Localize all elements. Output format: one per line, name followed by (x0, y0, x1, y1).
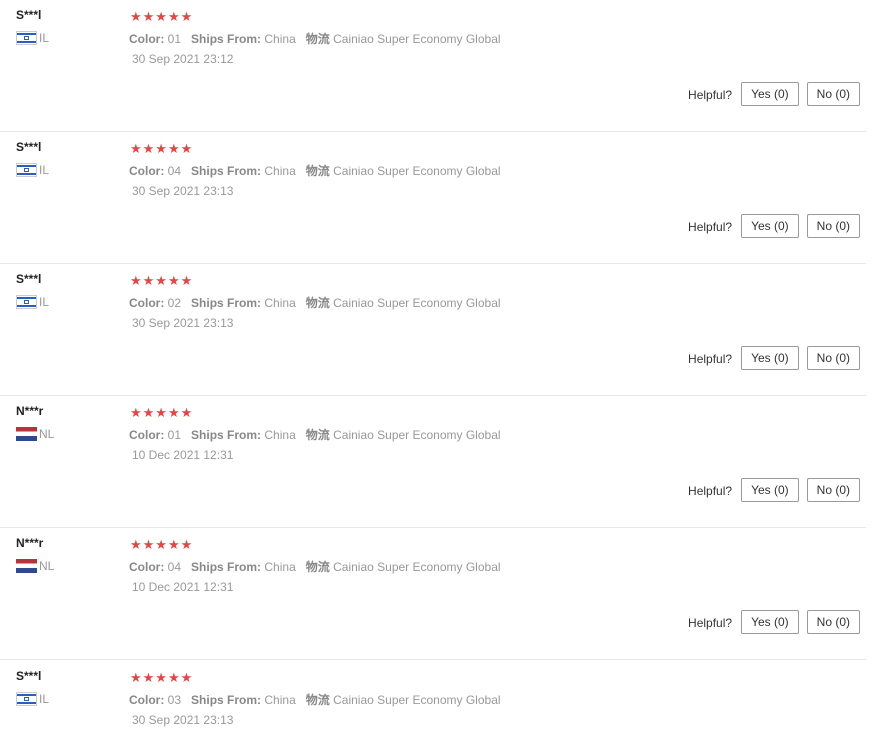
helpful-vote: Helpful? Yes (0) No (0) (688, 478, 860, 502)
helpful-yes-button[interactable]: Yes (0) (741, 610, 799, 634)
review-item: S***l IL ★★★★★ Color: 01 Ships From: Chin… (0, 0, 866, 132)
helpful-label: Helpful? (688, 616, 733, 630)
country-code: NL (39, 559, 55, 573)
review-date: 30 Sep 2021 23:13 (132, 713, 234, 727)
netherlands-flag-icon (16, 427, 37, 441)
israel-flag-icon (16, 692, 37, 706)
rating-stars: ★★★★★ (130, 141, 194, 156)
reviewer-name: S***l (16, 140, 42, 154)
rating-stars: ★★★★★ (130, 273, 194, 288)
netherlands-flag-icon (16, 559, 37, 573)
rating-stars: ★★★★★ (130, 537, 194, 552)
review-item: S***l IL ★★★★★ Color: 04 Ships From: Chin… (0, 132, 866, 264)
helpful-vote: Helpful? Yes (0) No (0) (688, 82, 860, 106)
review-date: 10 Dec 2021 12:31 (132, 580, 234, 594)
reviewer-name: N***r (16, 404, 44, 418)
review-meta: Color: 04 Ships From: China 物流 Cainiao Sup… (129, 164, 501, 178)
helpful-no-button[interactable]: No (0) (806, 82, 860, 106)
country-code: NL (39, 427, 55, 441)
helpful-yes-button[interactable]: Yes (0) (741, 214, 799, 238)
reviewer-country: NL (16, 427, 54, 441)
review-meta: Color: 04 Ships From: China 物流 Cainiao Sup… (129, 560, 501, 574)
helpful-label: Helpful? (688, 484, 733, 498)
review-meta: Color: 03 Ships From: China 物流 Cainiao Sup… (129, 693, 501, 707)
country-code: IL (39, 295, 50, 309)
reviewer-country: IL (16, 295, 49, 309)
review-meta: Color: 01 Ships From: China 物流 Cainiao Sup… (129, 428, 501, 442)
review-date: 30 Sep 2021 23:12 (132, 52, 234, 66)
reviewer-country: IL (16, 31, 49, 45)
helpful-label: Helpful? (688, 88, 733, 102)
divider (0, 659, 866, 660)
rating-stars: ★★★★★ (130, 405, 194, 420)
helpful-no-button[interactable]: No (0) (806, 478, 860, 502)
israel-flag-icon (16, 31, 37, 45)
helpful-vote: Helpful? Yes (0) No (0) (688, 346, 860, 370)
reviewer-country: NL (16, 559, 54, 573)
review-item: N***r NL ★★★★★ Color: 01 Ships From: Chin… (0, 396, 866, 528)
review-item: S***l IL ★★★★★ Color: 03 Ships From: Chin… (0, 661, 866, 736)
review-meta: Color: 02 Ships From: China 物流 Cainiao Sup… (129, 296, 501, 310)
review-date: 10 Dec 2021 12:31 (132, 448, 234, 462)
review-date: 30 Sep 2021 23:13 (132, 316, 234, 330)
helpful-no-button[interactable]: No (0) (806, 214, 860, 238)
helpful-vote: Helpful? Yes (0) No (0) (688, 610, 860, 634)
israel-flag-icon (16, 295, 37, 309)
reviewer-name: S***l (16, 669, 42, 683)
helpful-label: Helpful? (688, 220, 733, 234)
reviewer-country: IL (16, 163, 49, 177)
helpful-yes-button[interactable]: Yes (0) (741, 346, 799, 370)
reviewer-name: S***l (16, 8, 42, 22)
helpful-label: Helpful? (688, 352, 733, 366)
reviewer-name: N***r (16, 536, 44, 550)
country-code: IL (39, 31, 50, 45)
review-item: S***l IL ★★★★★ Color: 02 Ships From: Chin… (0, 264, 866, 396)
helpful-no-button[interactable]: No (0) (806, 610, 860, 634)
israel-flag-icon (16, 163, 37, 177)
review-item: N***r NL ★★★★★ Color: 04 Ships From: Chin… (0, 528, 866, 660)
rating-stars: ★★★★★ (130, 670, 194, 685)
country-code: IL (39, 163, 50, 177)
helpful-vote: Helpful? Yes (0) No (0) (688, 214, 860, 238)
helpful-yes-button[interactable]: Yes (0) (741, 478, 799, 502)
country-code: IL (39, 692, 50, 706)
rating-stars: ★★★★★ (130, 9, 194, 24)
helpful-no-button[interactable]: No (0) (806, 346, 860, 370)
reviewer-country: IL (16, 692, 49, 706)
helpful-yes-button[interactable]: Yes (0) (741, 82, 799, 106)
reviewer-name: S***l (16, 272, 42, 286)
review-date: 30 Sep 2021 23:13 (132, 184, 234, 198)
review-meta: Color: 01 Ships From: China 物流 Cainiao Sup… (129, 32, 501, 46)
